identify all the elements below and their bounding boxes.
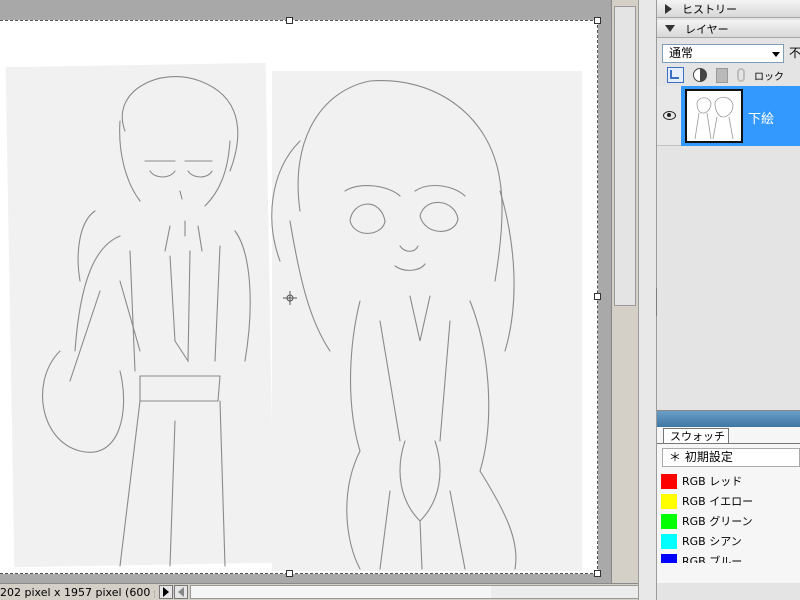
previous-page-icon[interactable] [174,585,188,599]
panel-splitter[interactable] [638,0,660,600]
layer-name: 下絵 [748,112,775,127]
document-page[interactable] [0,20,598,574]
swatch-item[interactable]: RGB イエロー [657,491,800,511]
trash-icon[interactable] [716,67,728,83]
swatch-set-select[interactable]: ＊ 初期設定 [662,448,800,467]
visibility-eye-icon[interactable] [661,108,677,122]
tab-divider [657,443,800,444]
swatch-item[interactable]: RGB ブルー [657,551,800,563]
swatch-label: RGB レッド [682,475,743,488]
expand-arrow-icon [665,3,672,14]
resize-handle-top-right[interactable] [594,17,601,24]
swatch-chip [661,553,677,563]
horizontal-scrollbar[interactable] [190,585,657,599]
swatch-chip [661,493,677,509]
swatch-chip [661,513,677,529]
swatch-label: RGB グリーン [682,515,753,528]
layer-thumbnail [685,89,743,143]
layer-panel-title: レイヤー [685,22,729,36]
layer-panel-header[interactable]: レイヤー [657,20,800,38]
collapse-arrow-icon [665,25,675,32]
right-panel: ヒストリー レイヤー 通常 不 ロック 下絵 スウォッチ ＊ 初期設定 RGB … [657,0,800,600]
resize-handle-right[interactable] [594,293,601,300]
swatch-item[interactable]: RGB シアン [657,531,800,551]
canvas-top-margin [0,0,638,18]
blend-mode-row: 通常 不 [662,44,800,64]
history-panel-header[interactable]: ヒストリー [657,0,800,18]
swatch-label: RGB ブルー [682,555,743,563]
swatch-chip [661,473,677,489]
resize-handle-bottom[interactable] [286,570,293,577]
resize-handle-bottom-right[interactable] [594,570,601,577]
horizontal-scroll-thumb[interactable] [191,586,491,598]
chevron-down-icon [772,52,780,57]
swatch-label: RGB イエロー [682,495,754,508]
swatch-item[interactable]: RGB レッド [657,471,800,491]
app-window: 202 pixel x 1957 pixel (600 ppi) ヒストリー レ… [0,0,800,600]
status-bar: 202 pixel x 1957 pixel (600 ppi) [0,583,657,600]
blend-mode-select[interactable]: 通常 [662,44,784,63]
resize-handle-top[interactable] [286,17,293,24]
tab-swatch[interactable]: スウォッチ [663,428,729,444]
swatch-label: RGB シアン [682,535,742,548]
next-page-icon[interactable] [159,585,173,599]
new-layer-icon[interactable] [667,67,684,83]
history-panel-title: ヒストリー [682,2,737,16]
document-dimensions: 202 pixel x 1957 pixel (600 ppi) [0,585,155,599]
clip-icon[interactable] [737,68,745,82]
lock-label: ロック [754,71,784,83]
canvas-area[interactable] [0,0,638,583]
layer-item-selected[interactable]: 下絵 [681,86,800,146]
layer-mask-icon[interactable] [693,68,707,82]
swatch-panel: スウォッチ ＊ 初期設定 RGB レッド RGB イエロー RGB グリーン R… [657,410,800,583]
swatch-panel-titlebar[interactable] [657,411,800,427]
pencil-sketch [42,76,517,570]
opacity-label: 不 [789,46,800,60]
swatch-chip [661,533,677,549]
canvas-vertical-scrollbar[interactable] [611,0,638,583]
swatch-item[interactable]: RGB グリーン [657,511,800,531]
layer-toolbar: ロック [667,66,800,84]
swatch-list: RGB レッド RGB イエロー RGB グリーン RGB シアン RGB ブル… [657,471,800,563]
layer-row[interactable]: 下絵 [657,86,800,146]
blend-mode-value: 通常 [669,46,694,60]
scroll-thumb[interactable] [614,6,636,306]
